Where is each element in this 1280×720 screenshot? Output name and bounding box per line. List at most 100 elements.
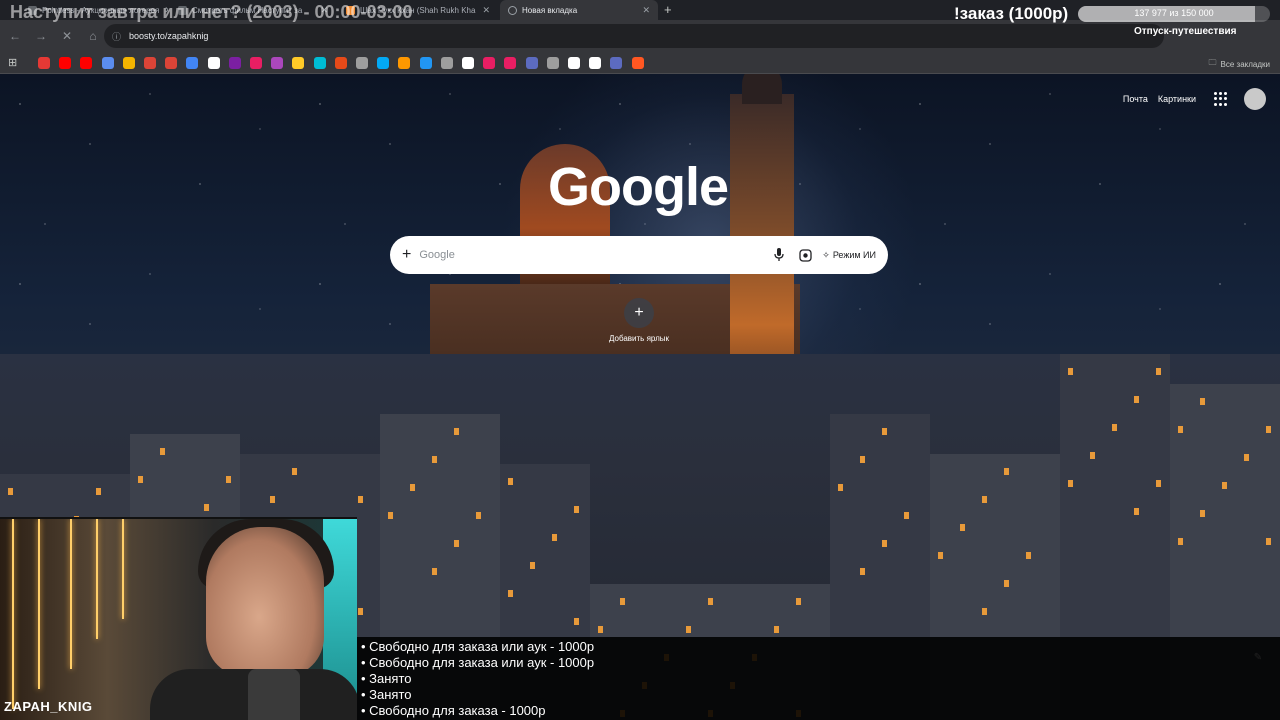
bookmark-favicon-icon[interactable] bbox=[80, 57, 93, 69]
bookmarks-bar: ⊞ 🗀 Все закладки bbox=[0, 52, 1280, 74]
google-apps-icon[interactable] bbox=[1214, 92, 1228, 106]
lit-window bbox=[358, 496, 363, 503]
apps-grid-icon[interactable]: ⊞ bbox=[8, 56, 17, 69]
bookmark-favicon-icon[interactable] bbox=[610, 57, 623, 69]
lit-window bbox=[796, 598, 801, 605]
browser-toolbar: ← → ✕ ⌂ ⓘ boosty.to/zapahknig bbox=[0, 20, 1280, 52]
bookmark-favicon-icon[interactable] bbox=[38, 57, 50, 69]
list-item: • Свободно для заказа - 1000р bbox=[361, 703, 546, 718]
add-shortcut-label: Добавить ярлык bbox=[608, 334, 669, 343]
lit-window bbox=[1134, 508, 1139, 515]
close-icon[interactable]: ✕ bbox=[642, 5, 650, 16]
lit-window bbox=[982, 496, 987, 503]
site-info-icon[interactable]: ⓘ bbox=[112, 30, 121, 43]
microphone-icon[interactable] bbox=[770, 246, 788, 264]
bookmark-favicon-icon[interactable] bbox=[419, 57, 432, 69]
lit-window bbox=[1112, 424, 1117, 431]
bookmark-favicon-icon[interactable] bbox=[546, 57, 559, 69]
close-icon[interactable]: ✕ bbox=[482, 5, 490, 16]
screen: Pointless - Аукционные лотерея ✕ Смотрет… bbox=[0, 0, 1280, 720]
forward-icon[interactable]: → bbox=[30, 25, 52, 47]
bookmark-favicon-icon[interactable] bbox=[144, 57, 156, 69]
bookmark-favicon-icon[interactable] bbox=[228, 57, 241, 69]
home-icon[interactable]: ⌂ bbox=[82, 25, 104, 47]
bookmark-favicon-icon[interactable] bbox=[356, 57, 368, 69]
bookmark-favicon-icon[interactable] bbox=[186, 57, 199, 69]
bookmark-favicon-icon[interactable] bbox=[334, 57, 347, 69]
bookmark-favicon-icon[interactable] bbox=[525, 57, 538, 69]
lens-camera-icon[interactable] bbox=[796, 246, 814, 264]
lit-window bbox=[160, 448, 165, 455]
list-item: • Занято bbox=[361, 671, 412, 686]
bookmark-favicon-icon[interactable] bbox=[589, 57, 602, 69]
back-icon[interactable]: ← bbox=[4, 25, 26, 47]
string-light bbox=[122, 519, 124, 619]
lit-window bbox=[1134, 396, 1139, 403]
lit-window bbox=[860, 456, 865, 463]
folder-icon: 🗀 bbox=[1208, 58, 1217, 67]
bookmark-favicon-icon[interactable] bbox=[568, 57, 580, 69]
tab-new-tab[interactable]: Новая вкладка ✕ bbox=[500, 0, 658, 20]
lit-window bbox=[96, 488, 101, 495]
stop-icon[interactable]: ✕ bbox=[56, 25, 78, 47]
lit-window bbox=[1156, 368, 1161, 375]
lit-window bbox=[938, 552, 943, 559]
bookmark-favicon-icon[interactable] bbox=[165, 57, 178, 69]
string-light bbox=[70, 519, 72, 669]
search-box[interactable]: + ✧ Режим ИИ bbox=[390, 236, 888, 274]
bookmark-favicon-icon[interactable] bbox=[271, 57, 284, 69]
lit-window bbox=[708, 598, 713, 605]
lit-window bbox=[882, 428, 887, 435]
lit-window bbox=[292, 468, 297, 475]
lit-window bbox=[1068, 368, 1073, 375]
microphone bbox=[248, 669, 300, 720]
lit-window bbox=[454, 428, 459, 435]
bookmark-favicon-icon[interactable] bbox=[313, 57, 326, 69]
bookmark-favicon-icon[interactable] bbox=[377, 57, 390, 69]
bookmark-favicon-icon[interactable] bbox=[631, 57, 644, 69]
bookmark-favicon-icon[interactable] bbox=[59, 57, 72, 69]
bookmark-favicon-icon[interactable] bbox=[250, 57, 262, 69]
bookmark-favicon-icon[interactable] bbox=[504, 57, 517, 69]
images-link[interactable]: Картинки bbox=[1158, 94, 1196, 104]
bookmark-favicon-icon[interactable] bbox=[462, 57, 474, 69]
lit-window bbox=[432, 568, 437, 575]
bookmark-favicon-icon[interactable] bbox=[122, 57, 135, 69]
lit-window bbox=[476, 512, 481, 519]
streamer-name: ZAPAH_KNIG bbox=[4, 699, 93, 714]
string-light bbox=[38, 519, 40, 689]
webcam-feed bbox=[0, 517, 357, 720]
search-input[interactable] bbox=[419, 249, 763, 261]
plus-icon: + bbox=[624, 298, 654, 328]
bookmark-favicon-icon[interactable] bbox=[207, 57, 220, 69]
add-shortcut-button[interactable]: + Добавить ярлык bbox=[604, 298, 674, 343]
lit-window bbox=[960, 524, 965, 531]
bookmark-favicon-icon[interactable] bbox=[101, 57, 114, 69]
bookmark-favicon-icon[interactable] bbox=[483, 57, 496, 69]
all-bookmarks-button[interactable]: 🗀 Все закладки bbox=[1209, 57, 1270, 71]
bookmark-favicon-icon[interactable] bbox=[398, 57, 411, 69]
new-tab-button[interactable]: + bbox=[664, 2, 672, 17]
lit-window bbox=[574, 618, 579, 625]
stream-title-overlay: Наступит завтра или нет? (2003) - 00:00-… bbox=[10, 2, 413, 22]
person-face bbox=[206, 527, 324, 677]
lit-window bbox=[432, 456, 437, 463]
lit-window bbox=[1156, 480, 1161, 487]
address-bar[interactable]: ⓘ boosty.to/zapahknig bbox=[104, 24, 1164, 48]
bookmark-favicon-icon[interactable] bbox=[292, 57, 305, 69]
list-item: • Свободно для заказа или аук - 1000р bbox=[361, 639, 595, 654]
lit-window bbox=[1068, 480, 1073, 487]
lit-window bbox=[358, 608, 363, 615]
add-icon[interactable]: + bbox=[402, 246, 411, 264]
ai-mode-button[interactable]: ✧ Режим ИИ bbox=[822, 250, 876, 261]
all-bookmarks-label: Все закладки bbox=[1220, 59, 1270, 69]
ai-search-icon: ✧ bbox=[822, 249, 830, 260]
bookmark-favicon-icon[interactable] bbox=[440, 57, 453, 69]
lit-window bbox=[1004, 468, 1009, 475]
lit-window bbox=[1222, 482, 1227, 489]
loading-icon bbox=[508, 5, 517, 15]
goal-label: Отпуск-путешествия bbox=[1134, 26, 1237, 37]
account-avatar[interactable] bbox=[1244, 88, 1266, 110]
lit-window bbox=[388, 512, 393, 519]
mail-link[interactable]: Почта bbox=[1123, 94, 1148, 104]
